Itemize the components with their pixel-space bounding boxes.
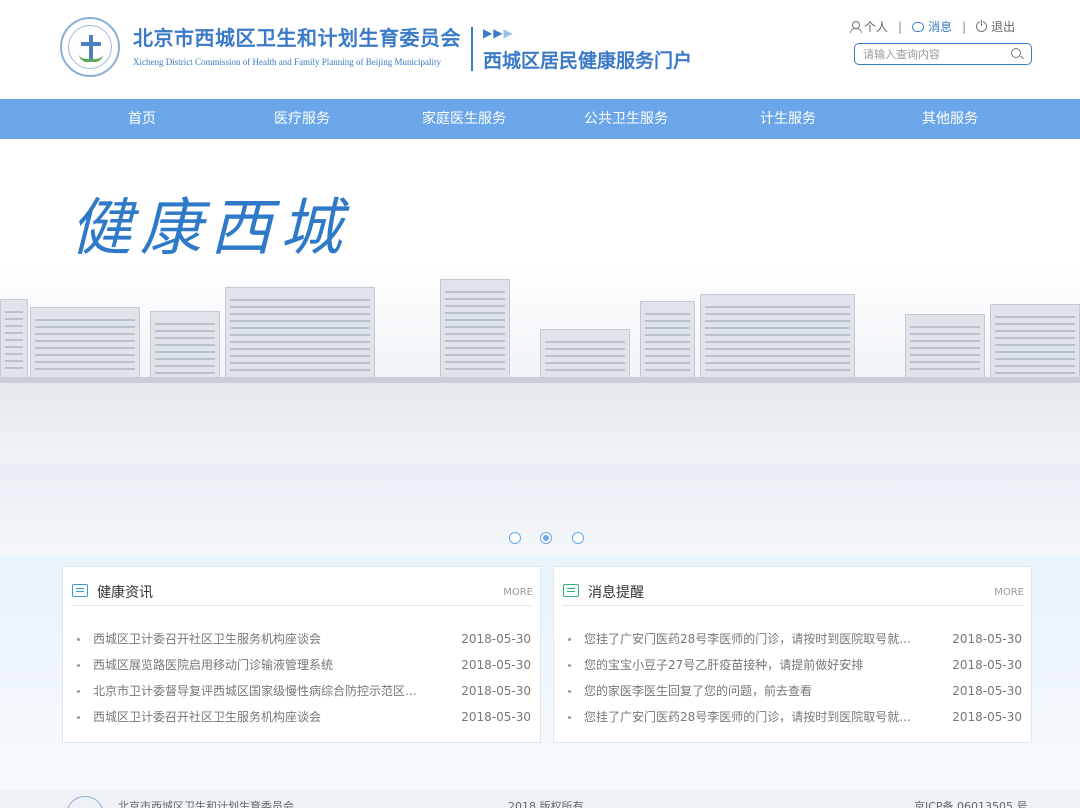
banner-slogan: 健康西城 bbox=[70, 191, 351, 264]
user-links: 个人 | 消息 | 退出 bbox=[850, 18, 1015, 35]
footer-org: 北京市西城区卫生和计划生育委员会 bbox=[118, 800, 294, 808]
footer-copyright: 2018 版权所有 bbox=[508, 800, 584, 808]
header-divider bbox=[471, 27, 473, 71]
health-news-panel: 健康资讯 MORE 西城区卫计委召开社区卫生服务机构座谈会 2018-05-30… bbox=[62, 566, 541, 743]
search-input[interactable] bbox=[863, 46, 1008, 62]
arrow-play-icon: ▶▶▶ bbox=[483, 26, 514, 40]
content-area: 健康资讯 MORE 西城区卫计委召开社区卫生服务机构座谈会 2018-05-30… bbox=[0, 555, 1080, 790]
list-item[interactable]: 西城区展览路医院启用移动门诊输液管理系统 2018-05-30 bbox=[77, 652, 531, 678]
search-icon[interactable] bbox=[1011, 48, 1021, 58]
hero-banner[interactable]: 健康西城 bbox=[0, 139, 1080, 555]
chat-bubble-icon bbox=[912, 21, 925, 32]
nav-item-family-doctor[interactable]: 家庭医生服务 bbox=[384, 99, 544, 139]
logout-link[interactable]: 退出 bbox=[976, 18, 1015, 35]
messages-link[interactable]: 消息 bbox=[912, 18, 952, 35]
list-item[interactable]: 您的家医李医生回复了您的问题，前去查看 2018-05-30 bbox=[568, 678, 1022, 704]
org-name-en: Xicheng District Commission of Health an… bbox=[133, 57, 441, 67]
message-icon bbox=[563, 584, 579, 597]
news-more-link[interactable]: MORE bbox=[503, 587, 533, 598]
nav-item-public-health[interactable]: 公共卫生服务 bbox=[546, 99, 706, 139]
person-icon bbox=[850, 21, 862, 33]
list-item[interactable]: 您挂了广安门医药28号李医师的门诊，请按时到医院取号就... 2018-05-3… bbox=[568, 704, 1022, 730]
nav-item-other[interactable]: 其他服务 bbox=[870, 99, 1030, 139]
carousel-dot-1[interactable] bbox=[509, 532, 521, 544]
personal-link[interactable]: 个人 bbox=[850, 18, 888, 35]
search-box bbox=[854, 43, 1032, 65]
footer-logo-icon bbox=[66, 796, 104, 808]
divider bbox=[71, 605, 532, 606]
power-icon bbox=[976, 20, 988, 32]
list-item[interactable]: 西城区卫计委召开社区卫生服务机构座谈会 2018-05-30 bbox=[77, 704, 531, 730]
portal-title: 西城区居民健康服务门户 bbox=[483, 50, 693, 72]
nav-item-home[interactable]: 首页 bbox=[62, 99, 222, 139]
site-footer: 北京市西城区卫生和计划生育委员会 2018 版权所有 京ICP备 0601350… bbox=[0, 790, 1080, 808]
list-item[interactable]: 西城区卫计委召开社区卫生服务机构座谈会 2018-05-30 bbox=[77, 626, 531, 652]
divider bbox=[562, 605, 1023, 606]
main-nav: 首页 医疗服务 家庭医生服务 公共卫生服务 计生服务 其他服务 bbox=[0, 99, 1080, 139]
nav-item-medical[interactable]: 医疗服务 bbox=[222, 99, 382, 139]
list-item[interactable]: 北京市卫计委督导复评西城区国家级慢性病综合防控示范区... 2018-05-30 bbox=[77, 678, 531, 704]
carousel-dot-2[interactable] bbox=[540, 532, 552, 544]
site-header: 北京市西城区卫生和计划生育委员会 Xicheng District Commis… bbox=[0, 0, 1080, 99]
list-item[interactable]: 您的宝宝小豆子27号乙肝疫苗接种，请提前做好安排 2018-05-30 bbox=[568, 652, 1022, 678]
footer-icp: 京ICP备 06013505 号 bbox=[914, 800, 1028, 808]
message-reminder-panel: 消息提醒 MORE 您挂了广安门医药28号李医师的门诊，请按时到医院取号就...… bbox=[553, 566, 1032, 743]
panel-title: 健康资讯 bbox=[97, 585, 153, 601]
carousel-dot-3[interactable] bbox=[572, 532, 584, 544]
news-icon bbox=[72, 584, 88, 597]
list-item[interactable]: 您挂了广安门医药28号李医师的门诊，请按时到医院取号就... 2018-05-3… bbox=[568, 626, 1022, 652]
commission-logo-icon[interactable] bbox=[60, 17, 120, 77]
org-name-cn: 北京市西城区卫生和计划生育委员会 bbox=[133, 26, 461, 50]
carousel-indicators bbox=[0, 530, 1080, 546]
nav-item-family-planning[interactable]: 计生服务 bbox=[708, 99, 868, 139]
panel-title: 消息提醒 bbox=[588, 585, 644, 601]
messages-more-link[interactable]: MORE bbox=[994, 587, 1024, 598]
